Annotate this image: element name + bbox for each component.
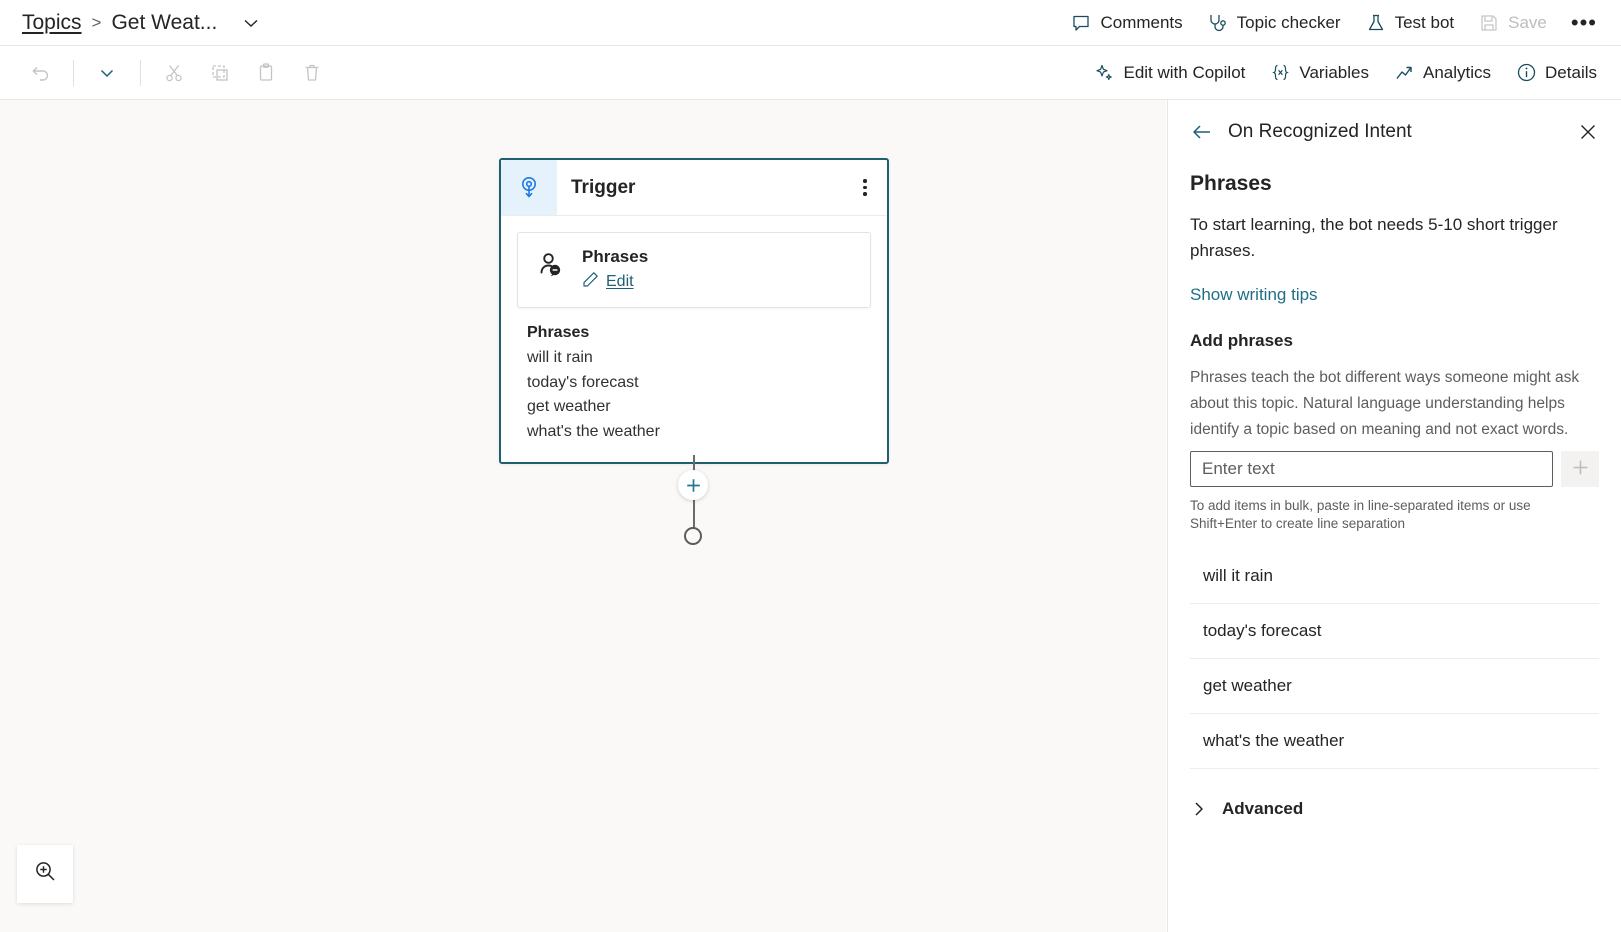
pencil-icon [582, 271, 599, 293]
phrases-subcard[interactable]: Phrases Edit [517, 232, 871, 308]
arrow-left-icon[interactable] [1190, 120, 1214, 144]
paste-icon[interactable] [244, 55, 288, 91]
properties-panel: On Recognized Intent Phrases To start le… [1167, 100, 1621, 932]
toolbar-right-group: Edit with Copilot Variables Analytics De… [1083, 56, 1607, 90]
panel-body: Phrases To start learning, the bot needs… [1168, 172, 1621, 819]
undo-icon[interactable] [18, 55, 62, 91]
copy-icon[interactable] [198, 55, 242, 91]
list-item[interactable]: will it rain [1190, 549, 1599, 604]
trigger-phrase-item: will it rain [527, 349, 593, 366]
delete-icon[interactable] [290, 55, 334, 91]
panel-header: On Recognized Intent [1168, 100, 1621, 144]
phrases-subcard-body: Phrases Edit [582, 247, 854, 293]
variables-button[interactable]: Variables [1259, 56, 1379, 90]
save-label: Save [1508, 12, 1547, 32]
trigger-node-header: Trigger [501, 160, 887, 216]
trigger-node[interactable]: Trigger Phrases Edit Phrases will it rai… [499, 158, 889, 464]
top-bar-actions: Comments Topic checker Test bot Save ••• [1060, 6, 1607, 40]
analytics-label: Analytics [1423, 62, 1492, 82]
chevron-down-icon[interactable] [85, 55, 129, 91]
phrases-subcard-title: Phrases [582, 247, 649, 266]
flask-icon [1365, 12, 1387, 34]
info-circle-icon [1515, 62, 1537, 84]
comments-button[interactable]: Comments [1060, 6, 1192, 40]
toolbar-divider-1 [73, 59, 74, 86]
list-item[interactable]: what's the weather [1190, 714, 1599, 769]
zoom-in-button[interactable] [17, 845, 73, 903]
advanced-label: Advanced [1222, 799, 1304, 818]
top-bar: Topics > Get Weat... Comments Topic chec… [0, 0, 1621, 46]
stethoscope-icon [1207, 12, 1229, 34]
breadcrumb-separator: > [91, 12, 102, 32]
details-button[interactable]: Details [1505, 56, 1607, 90]
chevron-right-icon [1190, 800, 1208, 818]
topic-canvas[interactable]: Trigger Phrases Edit Phrases will it rai… [0, 100, 1166, 932]
trigger-phrases-heading: Phrases [527, 324, 590, 341]
toolbar-left-group [18, 55, 334, 91]
variables-label: Variables [1299, 62, 1369, 82]
topic-checker-label: Topic checker [1236, 12, 1341, 32]
test-bot-label: Test bot [1394, 12, 1455, 32]
trigger-signal-icon [501, 160, 557, 215]
toolbar-divider-2 [140, 59, 141, 86]
close-icon[interactable] [1577, 121, 1599, 143]
phrases-edit-label: Edit [606, 273, 634, 290]
trend-chart-icon [1393, 62, 1415, 84]
add-phrase-button[interactable] [1561, 451, 1599, 487]
phrases-edit-link[interactable]: Edit [582, 271, 854, 293]
comments-label: Comments [1100, 12, 1183, 32]
save-disk-icon [1478, 12, 1500, 34]
chevron-down-icon[interactable] [241, 13, 261, 33]
trigger-phrase-item: get weather [527, 398, 611, 415]
panel-phrase-list: will it rain today's forecast get weathe… [1190, 549, 1599, 769]
flow-end-node [684, 527, 702, 545]
sparkle-icon [1093, 62, 1115, 84]
breadcrumb-current-topic: Get Weat... [111, 10, 218, 34]
comment-icon [1070, 12, 1092, 34]
save-button[interactable]: Save [1468, 6, 1557, 40]
show-writing-tips-link[interactable]: Show writing tips [1190, 285, 1318, 305]
edit-with-copilot-button[interactable]: Edit with Copilot [1083, 56, 1255, 90]
plus-icon [1571, 458, 1590, 480]
breadcrumb: Topics > Get Weat... [22, 11, 261, 35]
trigger-node-title: Trigger [571, 176, 636, 198]
analytics-button[interactable]: Analytics [1383, 56, 1501, 90]
advanced-section-toggle[interactable]: Advanced [1190, 781, 1599, 819]
trigger-phrases-list: Phrases will it rain today's forecast ge… [501, 324, 887, 462]
list-item[interactable]: today's forecast [1190, 604, 1599, 659]
add-phrase-row [1190, 451, 1599, 487]
add-phrase-input[interactable] [1190, 451, 1553, 487]
details-label: Details [1545, 62, 1597, 82]
editor-toolbar: Edit with Copilot Variables Analytics De… [0, 46, 1621, 100]
test-bot-button[interactable]: Test bot [1355, 6, 1465, 40]
add-node-button[interactable] [678, 470, 708, 500]
cut-icon[interactable] [152, 55, 196, 91]
edit-with-copilot-label: Edit with Copilot [1123, 62, 1246, 82]
person-speech-icon [534, 247, 566, 279]
add-phrases-note: Phrases teach the bot different ways som… [1190, 369, 1580, 438]
bulk-add-note: To add items in bulk, paste in line-sepa… [1190, 498, 1531, 531]
add-phrases-heading: Add phrases [1190, 331, 1293, 350]
panel-title: Phrases [1190, 172, 1272, 195]
panel-description: To start learning, the bot needs 5-10 sh… [1190, 215, 1558, 260]
topic-checker-button[interactable]: Topic checker [1197, 6, 1351, 40]
breadcrumb-topics-link[interactable]: Topics [22, 11, 82, 35]
variables-braces-icon [1269, 62, 1291, 84]
panel-header-title: On Recognized Intent [1228, 121, 1412, 142]
zoom-in-icon [33, 859, 58, 889]
list-item[interactable]: get weather [1190, 659, 1599, 714]
more-options-button[interactable]: ••• [1561, 8, 1607, 38]
more-vertical-icon[interactable] [843, 160, 887, 215]
trigger-phrase-item: today's forecast [527, 373, 639, 391]
trigger-phrase-item: what's the weather [527, 422, 660, 440]
